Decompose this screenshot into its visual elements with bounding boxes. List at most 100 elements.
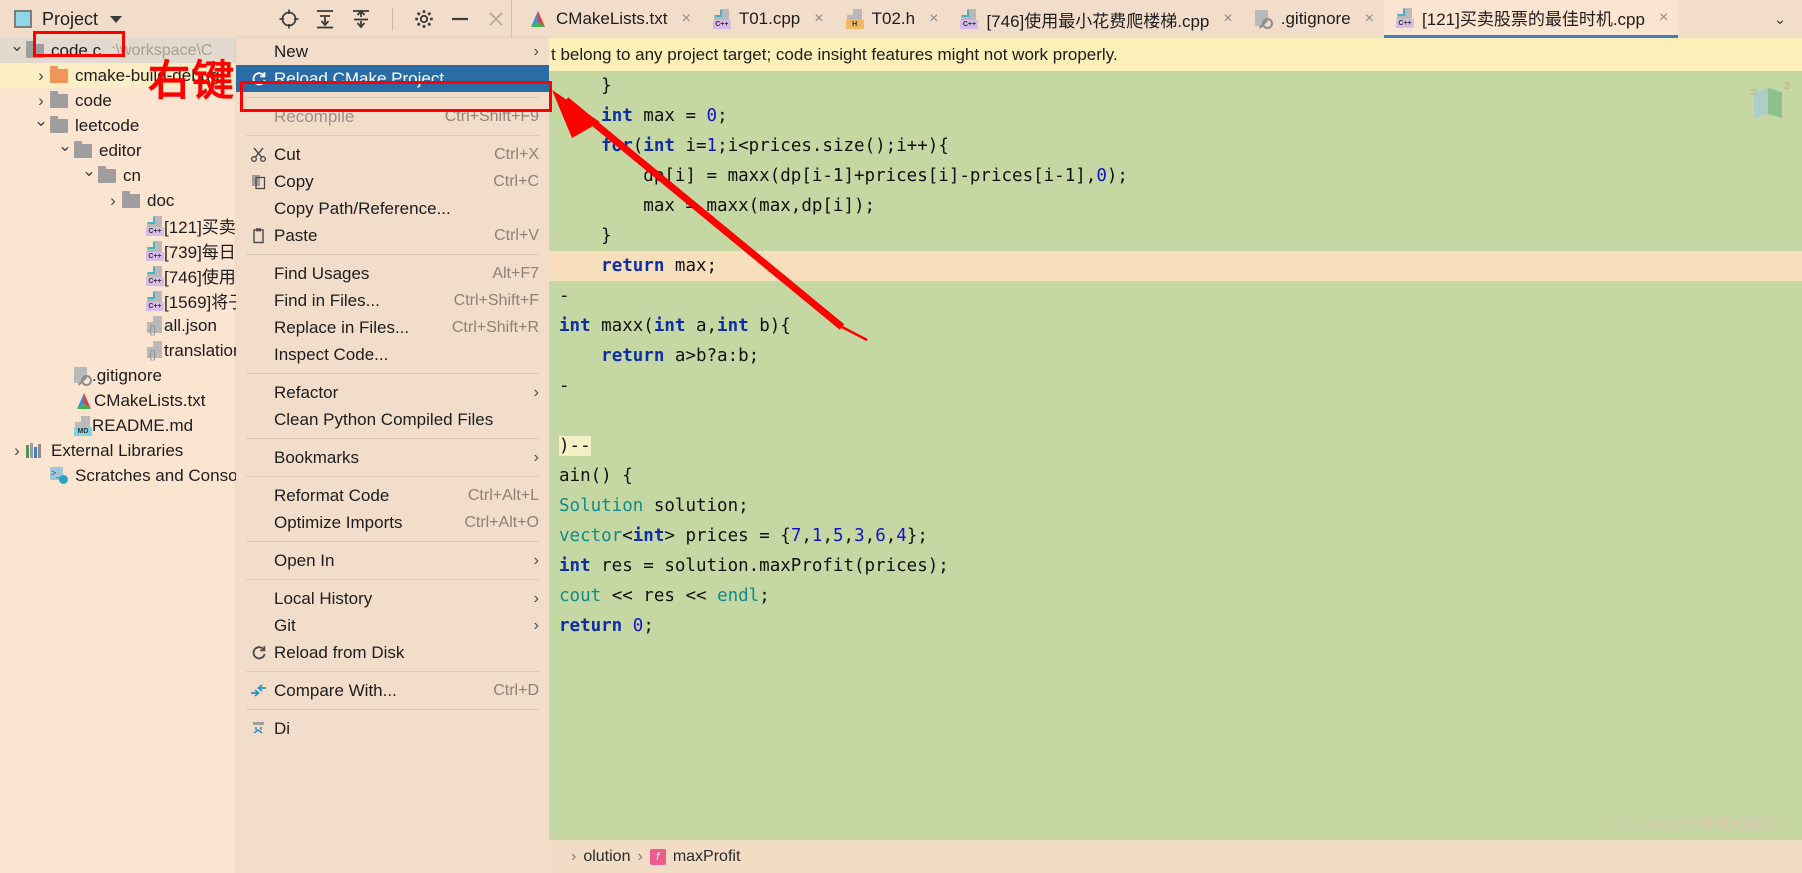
menu-item-replace-in-files[interactable]: Replace in Files... Ctrl+Shift+R [236, 314, 549, 341]
chevron-down-icon[interactable] [110, 15, 123, 23]
tree-item-leetcode[interactable]: leetcode [0, 113, 236, 138]
code-line[interactable]: )-- [549, 431, 1802, 461]
close-icon[interactable] [485, 8, 507, 30]
code-line[interactable]: - [549, 281, 1802, 311]
code-line[interactable]: int maxx(int a,int b){ [549, 311, 1802, 341]
tree-item-scratches-and-consoles[interactable]: >_ Scratches and Consoles [0, 463, 236, 488]
tab-close-icon[interactable]: × [929, 10, 938, 28]
menu-item-open-in[interactable]: Open In › [236, 547, 549, 574]
expand-all-icon[interactable] [314, 8, 336, 30]
tab-label: T01.cpp [738, 9, 801, 28]
menu-item-git[interactable]: Git › [236, 612, 549, 639]
tree-item-doc[interactable]: doc [0, 188, 236, 213]
tab-close-icon[interactable]: × [1223, 10, 1232, 28]
code-content[interactable]: } int max = 0; for(int i=1;i<prices.size… [549, 71, 1802, 873]
chevron-right-icon[interactable] [32, 66, 50, 86]
tab-close-icon[interactable]: × [681, 10, 690, 28]
code-editor[interactable]: t belong to any project target; code ins… [549, 38, 1802, 873]
tree-item-746[interactable]: C++[746]使用最 [0, 263, 236, 288]
tree-item-readme-md[interactable]: MD README.md [0, 413, 236, 438]
chevron-right-icon[interactable] [104, 191, 122, 211]
chevron-down-icon[interactable] [56, 141, 74, 161]
tab-close-icon[interactable]: × [814, 10, 823, 28]
tree-item-label: [739]每日温 [164, 243, 236, 262]
menu-item-local-history[interactable]: Local History › [236, 585, 549, 612]
code-line[interactable]: } [549, 71, 1802, 101]
editor-tab[interactable]: .gitignore × [1243, 0, 1384, 38]
menu-item-inspect-code[interactable]: Inspect Code... [236, 341, 549, 368]
tree-item-121[interactable]: C++[121]买卖股 [0, 213, 236, 238]
menu-item-clean-python-compiled-files[interactable]: Clean Python Compiled Files [236, 406, 549, 433]
chevron-down-icon[interactable] [80, 166, 98, 186]
gear-icon[interactable] [413, 8, 435, 30]
code-line[interactable]: for(int i=1;i<prices.size();i++){ [549, 131, 1802, 161]
collapse-all-icon[interactable] [350, 8, 372, 30]
locate-icon[interactable] [278, 8, 300, 30]
tab-close-icon[interactable]: × [1659, 9, 1668, 27]
code-line[interactable]: cout << res << endl; [549, 581, 1802, 611]
tree-item-cmakelists-txt[interactable]: CMakeLists.txt [0, 388, 236, 413]
breadcrumb-class[interactable]: olution [583, 848, 630, 866]
code-line[interactable]: } [549, 221, 1802, 251]
tree-item-739[interactable]: C++[739]每日温 [0, 238, 236, 263]
tree-item-all-json[interactable]: {} all.json [0, 313, 236, 338]
menu-item-paste[interactable]: Paste Ctrl+V [236, 222, 549, 249]
tree-item-code[interactable]: code [0, 88, 236, 113]
context-menu[interactable]: New › Reload CMake Project Recompile Ctrl+Sh… [236, 38, 549, 873]
menu-item-compare-with[interactable]: Compare With... Ctrl+D [236, 677, 549, 704]
editor-tab[interactable]: H T02.h × [834, 0, 949, 38]
editor-tab[interactable]: CMakeLists.txt × [516, 0, 701, 38]
tree-item-code-c[interactable]: code c:\workspace\C [0, 38, 236, 63]
project-panel-header[interactable]: Project [0, 0, 268, 38]
tree-item-editor[interactable]: editor [0, 138, 236, 163]
code-line[interactable] [549, 401, 1802, 431]
menu-item-reload-cmake-project[interactable]: Reload CMake Project [236, 65, 549, 92]
code-line[interactable]: int res = solution.maxProfit(prices); [549, 551, 1802, 581]
editor-tab-active[interactable]: C++ [121]买卖股票的最佳时机.cpp × [1384, 0, 1679, 38]
minimap-badge[interactable]: 3 [1748, 80, 1790, 124]
editor-tab[interactable]: C++ T01.cpp × [701, 0, 834, 38]
code-line[interactable]: int max = 0; [549, 101, 1802, 131]
code-line[interactable]: - [549, 371, 1802, 401]
code-line[interactable]: return a>b?a:b; [549, 341, 1802, 371]
menu-item-refactor[interactable]: Refactor › [236, 379, 549, 406]
menu-item-reformat-code[interactable]: Reformat Code Ctrl+Alt+L [236, 482, 549, 509]
code-line[interactable]: vector<int> prices = {7,1,5,3,6,4}; [549, 521, 1802, 551]
tree-item-cmake-build-debug[interactable]: cmake-build-debug [0, 63, 236, 88]
breadcrumb-method[interactable]: maxProfit [673, 848, 741, 866]
menu-item-find-usages[interactable]: Find Usages Alt+F7 [236, 260, 549, 287]
menu-item-new[interactable]: New › [236, 38, 549, 65]
chevron-right-icon[interactable] [32, 91, 50, 111]
code-line[interactable]: max = maxx(max,dp[i]); [549, 191, 1802, 221]
menu-item-di[interactable]: Di [236, 715, 549, 742]
editor-tab[interactable]: C++ [746]使用最小花费爬楼梯.cpp × [948, 0, 1242, 38]
menu-item-label: Local History [274, 588, 373, 608]
menu-item-reload-from-disk[interactable]: Reload from Disk [236, 639, 549, 666]
tab-overflow-chevron-icon[interactable]: ⌄ [1758, 10, 1802, 28]
menu-item-optimize-imports[interactable]: Optimize Imports Ctrl+Alt+O [236, 509, 549, 536]
folded-region-marker[interactable]: )-- [559, 436, 591, 456]
chevron-down-icon[interactable] [32, 116, 50, 136]
tree-item-gitignore[interactable]: .gitignore [0, 363, 236, 388]
menu-item-copy-path-reference[interactable]: Copy Path/Reference... [236, 195, 549, 222]
tree-item-label: translation [164, 340, 236, 360]
tab-close-icon[interactable]: × [1365, 10, 1374, 28]
chevron-down-icon[interactable] [8, 41, 26, 61]
tree-item-1569[interactable]: C++[1569]将子 [0, 288, 236, 313]
chevron-right-icon[interactable] [8, 441, 26, 461]
breadcrumb[interactable]: › olution › f maxProfit [549, 840, 1802, 873]
tree-item-cn[interactable]: cn [0, 163, 236, 188]
code-line[interactable]: Solution solution; [549, 491, 1802, 521]
code-line[interactable]: return max; [549, 251, 1802, 281]
menu-item-bookmarks[interactable]: Bookmarks › [236, 444, 549, 471]
menu-item-find-in-files[interactable]: Find in Files... Ctrl+Shift+F [236, 287, 549, 314]
code-line[interactable]: ain() { [549, 461, 1802, 491]
code-line[interactable]: return 0; [549, 611, 1802, 641]
menu-item-copy[interactable]: Copy Ctrl+C [236, 168, 549, 195]
project-tree[interactable]: code c:\workspace\Ccmake-build-debugcode… [0, 38, 236, 873]
tree-item-translation[interactable]: {} translation [0, 338, 236, 363]
tree-item-external-libraries[interactable]: External Libraries [0, 438, 236, 463]
code-line[interactable]: dp[i] = maxx(dp[i-1]+prices[i]-prices[i-… [549, 161, 1802, 191]
minimize-icon[interactable] [449, 8, 471, 30]
menu-item-cut[interactable]: Cut Ctrl+X [236, 141, 549, 168]
